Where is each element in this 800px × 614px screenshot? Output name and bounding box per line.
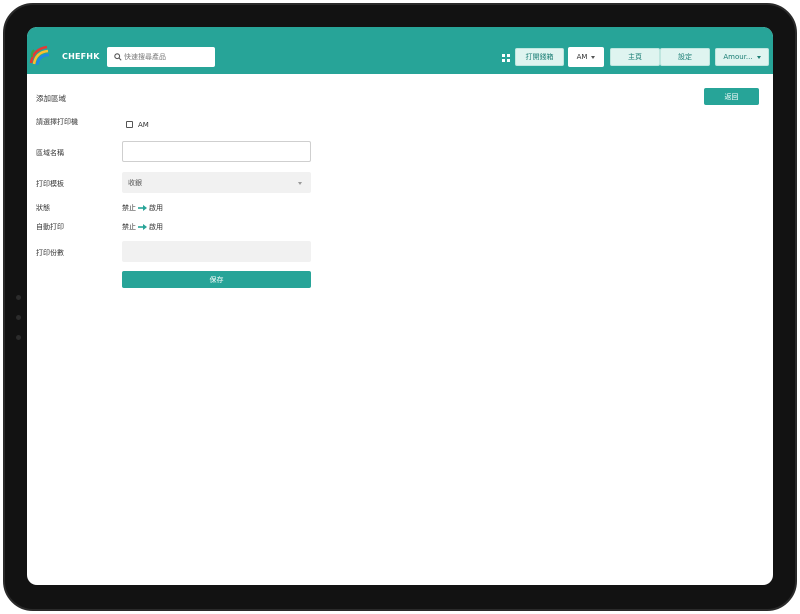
search-icon bbox=[114, 53, 122, 61]
toggle-arrow-icon bbox=[138, 205, 147, 211]
auto-print-off-label: 禁止 bbox=[122, 223, 136, 231]
printer-selector-value: AM bbox=[576, 53, 588, 61]
chevron-down-icon bbox=[756, 55, 761, 59]
area-name-label: 區域名稱 bbox=[36, 149, 64, 157]
bezel-sensor bbox=[16, 315, 21, 320]
status-on-label: 啟用 bbox=[149, 204, 163, 212]
search-input[interactable] bbox=[124, 47, 212, 67]
open-cash-drawer-button[interactable]: 打開錢箱 bbox=[515, 48, 564, 66]
save-button[interactable]: 保存 bbox=[122, 271, 311, 288]
chevron-down-icon bbox=[591, 55, 596, 59]
settings-button[interactable]: 設定 bbox=[660, 48, 710, 66]
area-name-input[interactable] bbox=[122, 141, 311, 162]
status-label: 狀態 bbox=[36, 204, 50, 212]
print-copies-label: 打印份數 bbox=[36, 249, 64, 257]
print-template-value: 收銀 bbox=[128, 179, 142, 187]
chevron-down-icon bbox=[298, 182, 302, 185]
printer-checkbox[interactable] bbox=[126, 121, 133, 128]
app-screen: CHEFHK 打開錢箱 AM 主頁 設定 Amour... 添加區域 返回 請 bbox=[27, 27, 773, 585]
user-menu-label: Amour... bbox=[723, 53, 753, 61]
page-title: 添加區域 bbox=[36, 94, 66, 103]
printer-checkbox-label: AM bbox=[138, 121, 149, 129]
auto-print-label: 自動打印 bbox=[36, 223, 64, 231]
status-off-label: 禁止 bbox=[122, 204, 136, 212]
top-navbar: CHEFHK 打開錢箱 AM 主頁 設定 Amour... bbox=[27, 27, 773, 74]
grid-icon[interactable] bbox=[502, 54, 510, 62]
printer-select-label: 請選擇打印機 bbox=[36, 118, 78, 126]
home-button[interactable]: 主頁 bbox=[610, 48, 660, 66]
printer-selector-dropdown[interactable]: AM bbox=[568, 47, 604, 67]
return-button[interactable]: 返回 bbox=[704, 88, 759, 105]
print-template-select[interactable]: 收銀 bbox=[122, 172, 311, 193]
print-copies-input[interactable] bbox=[122, 241, 311, 262]
toggle-arrow-icon bbox=[138, 224, 147, 230]
brand-name: CHEFHK bbox=[62, 52, 100, 61]
bezel-sensor bbox=[16, 295, 21, 300]
auto-print-on-label: 啟用 bbox=[149, 223, 163, 231]
chefhk-logo bbox=[29, 45, 50, 65]
bezel-sensor bbox=[16, 335, 21, 340]
product-search[interactable] bbox=[107, 47, 215, 67]
status-toggle[interactable]: 禁止 啟用 bbox=[122, 203, 163, 213]
user-menu-dropdown[interactable]: Amour... bbox=[715, 48, 769, 66]
print-template-label: 打印模板 bbox=[36, 180, 64, 188]
auto-print-toggle[interactable]: 禁止 啟用 bbox=[122, 222, 163, 232]
